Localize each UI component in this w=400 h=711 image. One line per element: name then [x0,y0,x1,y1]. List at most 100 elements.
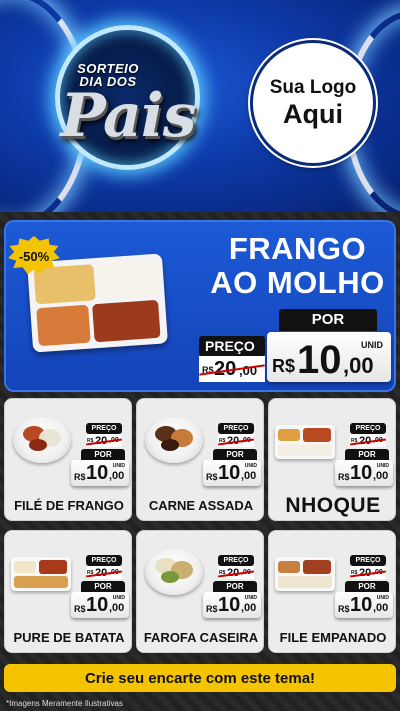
new-dec: ,00 [373,470,389,482]
product-card[interactable]: PREÇO R$ 20 ,00 POR UNID R$ 10 ,00 NHOQU… [268,398,396,521]
new-int: 10 [350,462,373,484]
new-currency: R$ [338,604,350,614]
product-name: FILÉ DE FRANGO [14,498,124,513]
preco-label: PREÇO [86,555,122,566]
food-item [161,439,179,451]
new-currency: R$ [74,604,86,614]
featured-unid-label: UNID [361,340,383,350]
product-card[interactable]: PREÇO R$ 20 ,00 POR UNID R$ 10 ,00 FAROF… [136,530,264,653]
food-salad [36,304,91,347]
featured-por-label: POR [279,309,377,331]
featured-new-currency: R$ [272,356,296,376]
food-rice [97,259,158,300]
new-currency: R$ [338,472,350,482]
new-dec: ,00 [241,602,257,614]
featured-preco-label: PREÇO [199,336,265,356]
food-item [278,576,332,588]
header-banner: SORTEIO DIA DOS Pais Sua Logo Aqui [0,0,400,212]
product-name: FILE EMPANADO [279,630,387,645]
food-item [278,429,300,441]
event-title-big: Pais [60,81,197,151]
store-logo-placeholder[interactable]: Sua Logo Aqui [250,40,376,166]
new-int: 10 [218,594,241,616]
food-item [161,571,179,583]
food-bowl [145,549,203,595]
unid-label: UNID [112,595,125,601]
food-item [14,576,68,588]
new-price: UNID R$ 10 ,00 [203,592,261,618]
food-bowl [145,417,203,463]
featured-new-price: UNID R$ 10 ,00 [267,332,391,382]
product-name: CARNE ASSADA [148,498,254,513]
store-logo-line2: Aqui [283,99,343,129]
food-tray [11,557,71,591]
por-label: POR [213,581,257,592]
featured-food-image [27,253,168,353]
por-label: POR [345,581,389,592]
food-bowl [13,417,71,463]
unid-label: UNID [244,463,257,469]
food-tray [275,425,335,459]
por-label: POR [213,449,257,460]
featured-title-line1: FRANGO [228,231,367,266]
food-item [278,561,300,573]
cta-banner[interactable]: Crie seu encarte com este tema! [4,664,396,692]
old-price: R$ 20 ,00 [350,434,386,447]
new-int: 10 [86,594,109,616]
preco-label: PREÇO [218,555,254,566]
product-name: PURE DE BATATA [13,630,125,645]
food-tray [275,557,335,591]
food-item [39,560,67,574]
new-price: UNID R$ 10 ,00 [335,592,393,618]
new-currency: R$ [74,472,86,482]
new-price: UNID R$ 10 ,00 [71,592,129,618]
preco-label: PREÇO [218,423,254,434]
featured-title-line2: AO MOLHO [210,265,385,300]
new-price: UNID R$ 10 ,00 [335,460,393,486]
unid-label: UNID [376,595,389,601]
new-dec: ,00 [109,602,125,614]
food-item [29,439,47,451]
old-price: R$ 20 ,00 [350,566,386,579]
new-int: 10 [350,594,373,616]
por-label: POR [81,581,125,592]
new-price: UNID R$ 10 ,00 [203,460,261,486]
new-dec: ,00 [373,602,389,614]
product-name: NHOQUE [285,494,381,517]
old-price: R$ 20 ,00 [86,434,122,447]
food-item [278,444,332,456]
product-card[interactable]: PREÇO R$ 20 ,00 POR UNID R$ 10 ,00 CARNE… [136,398,264,521]
por-label: POR [345,449,389,460]
food-item [303,428,331,442]
new-price: UNID R$ 10 ,00 [71,460,129,486]
store-logo-line1: Sua Logo [269,77,357,98]
por-label: POR [81,449,125,460]
food-item [14,561,36,573]
new-dec: ,00 [109,470,125,482]
old-price: R$ 20 ,00 [218,566,254,579]
featured-new-dec: ,00 [343,353,374,378]
old-price: R$ 20 ,00 [218,434,254,447]
new-currency: R$ [206,472,218,482]
new-int: 10 [86,462,109,484]
preco-label: PREÇO [350,555,386,566]
old-price: R$ 20 ,00 [86,566,122,579]
new-int: 10 [218,462,241,484]
new-currency: R$ [206,604,218,614]
preco-label: PREÇO [86,423,122,434]
featured-title: FRANGO AO MOLHO [200,232,395,300]
food-item [303,560,331,574]
featured-old-price: R$ 20 ,00 [199,356,265,382]
event-title: SORTEIO DIA DOS Pais [8,62,248,146]
unid-label: UNID [376,463,389,469]
new-dec: ,00 [241,470,257,482]
unid-label: UNID [112,463,125,469]
featured-new-int: 10 [297,338,342,382]
product-card[interactable]: PREÇO R$ 20 ,00 POR UNID R$ 10 ,00 FILÉ … [4,398,132,521]
food-chicken [92,299,161,343]
product-name: FAROFA CASEIRA [143,630,259,645]
disclaimer-text: *Imagens Meramente Ilustrativas [6,699,123,708]
unid-label: UNID [244,595,257,601]
product-card[interactable]: PREÇO R$ 20 ,00 POR UNID R$ 10 ,00 PURE … [4,530,132,653]
product-card[interactable]: PREÇO R$ 20 ,00 POR UNID R$ 10 ,00 FILE … [268,530,396,653]
